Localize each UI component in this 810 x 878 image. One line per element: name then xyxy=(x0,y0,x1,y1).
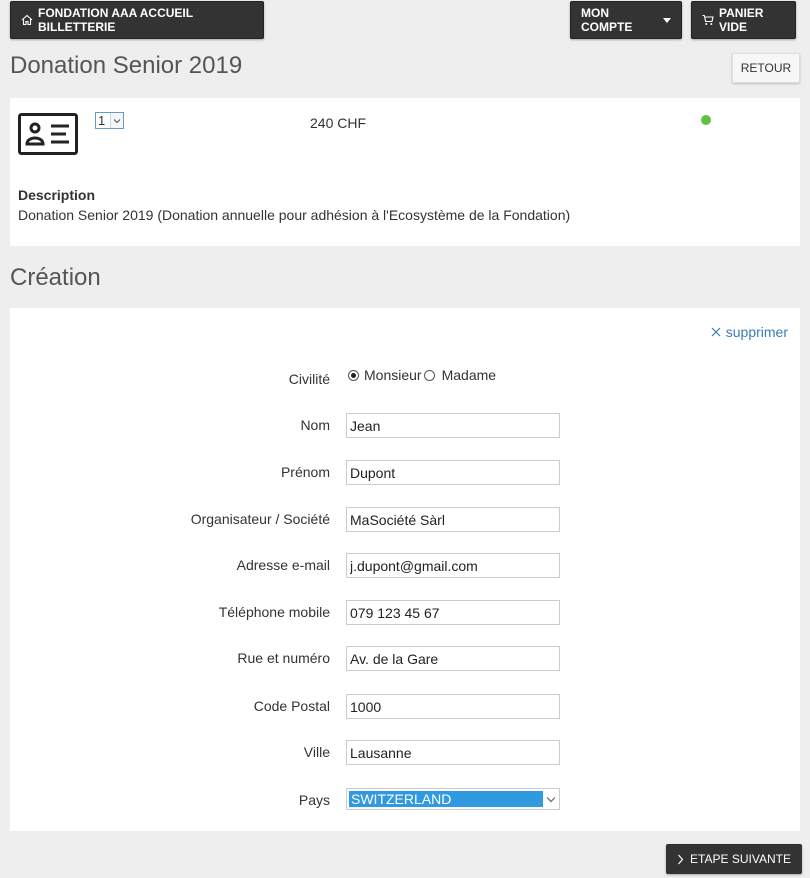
product-panel: 1 240 CHF Description Donation Senior 20… xyxy=(10,98,800,246)
civility-option-label: Monsieur xyxy=(364,367,422,383)
home-icon xyxy=(21,14,33,26)
email-label: Adresse e-mail xyxy=(236,557,330,573)
section-title: Création xyxy=(10,264,101,291)
npa-label: Code Postal xyxy=(253,698,330,714)
prenom-row: Prénom xyxy=(10,460,800,485)
mobile-input[interactable] xyxy=(346,600,560,625)
nom-row: Nom xyxy=(10,413,800,438)
civility-radio-group: Monsieur Madame xyxy=(348,367,496,383)
radio-checked-icon[interactable] xyxy=(348,369,359,381)
chevron-down-icon xyxy=(545,792,557,806)
ville-row: Ville xyxy=(10,740,800,765)
country-selected-value: SWITZERLAND xyxy=(349,791,543,807)
description-label: Description xyxy=(18,187,96,203)
quantity-value: 1 xyxy=(98,113,106,128)
nom-input[interactable] xyxy=(346,413,560,438)
cart-button[interactable]: PANIER VIDE xyxy=(691,1,796,39)
npa-row: Code Postal xyxy=(10,694,800,719)
npa-input[interactable] xyxy=(346,694,560,719)
cart-icon xyxy=(702,14,714,25)
back-button[interactable]: RETOUR xyxy=(732,53,800,83)
mobile-label: Téléphone mobile xyxy=(218,604,330,620)
home-button[interactable]: FONDATION AAA ACCUEIL BILLETTERIE xyxy=(10,1,264,39)
pays-row: Pays SWITZERLAND xyxy=(10,788,800,812)
pays-label: Pays xyxy=(298,792,330,808)
email-row: Adresse e-mail xyxy=(10,553,800,578)
description-text: Donation Senior 2019 (Donation annuelle … xyxy=(18,207,571,223)
next-step-button[interactable]: ETAPE SUIVANTE xyxy=(666,844,802,874)
quantity-select[interactable]: 1 xyxy=(95,112,124,129)
delete-link-label: supprimer xyxy=(725,324,788,340)
rue-input[interactable] xyxy=(346,646,560,671)
civility-option-monsieur[interactable]: Monsieur xyxy=(348,367,422,383)
civility-label: Civilité xyxy=(288,371,330,387)
civility-option-label: Madame xyxy=(441,367,497,383)
chevron-right-icon xyxy=(678,854,684,864)
country-select[interactable]: SWITZERLAND xyxy=(346,788,560,810)
societe-label: Organisateur / Société xyxy=(190,511,330,527)
account-button[interactable]: MON COMPTE xyxy=(570,1,682,39)
rue-label: Rue et numéro xyxy=(237,650,330,666)
registration-form: supprimer Civilité Monsieur Madame Nom P… xyxy=(10,308,800,831)
radio-unchecked-icon[interactable] xyxy=(423,369,435,381)
product-price: 240 CHF xyxy=(310,115,367,131)
cart-button-label: PANIER VIDE xyxy=(719,6,764,34)
societe-row: Organisateur / Société xyxy=(10,507,800,532)
availability-status-dot xyxy=(701,115,711,125)
prenom-label: Prénom xyxy=(280,464,330,480)
rue-row: Rue et numéro xyxy=(10,646,800,671)
civility-row: Civilité Monsieur Madame xyxy=(10,367,800,391)
ville-label: Ville xyxy=(303,744,330,760)
next-step-label: ETAPE SUIVANTE xyxy=(690,852,791,866)
prenom-input[interactable] xyxy=(346,460,560,485)
societe-input[interactable] xyxy=(346,507,560,532)
mobile-row: Téléphone mobile xyxy=(10,600,800,625)
page-title: Donation Senior 2019 xyxy=(10,52,243,79)
chevron-down-icon xyxy=(110,113,123,128)
id-card-icon xyxy=(18,113,78,155)
account-button-label: MON COMPTE xyxy=(581,6,633,34)
civility-option-madame[interactable]: Madame xyxy=(422,367,496,383)
nom-label: Nom xyxy=(300,417,330,433)
home-button-label: FONDATION AAA ACCUEIL BILLETTERIE xyxy=(38,6,193,34)
email-input[interactable] xyxy=(346,553,560,578)
caret-down-icon xyxy=(663,17,671,23)
close-icon xyxy=(711,327,721,337)
delete-link[interactable]: supprimer xyxy=(711,324,788,340)
ville-input[interactable] xyxy=(346,740,560,765)
